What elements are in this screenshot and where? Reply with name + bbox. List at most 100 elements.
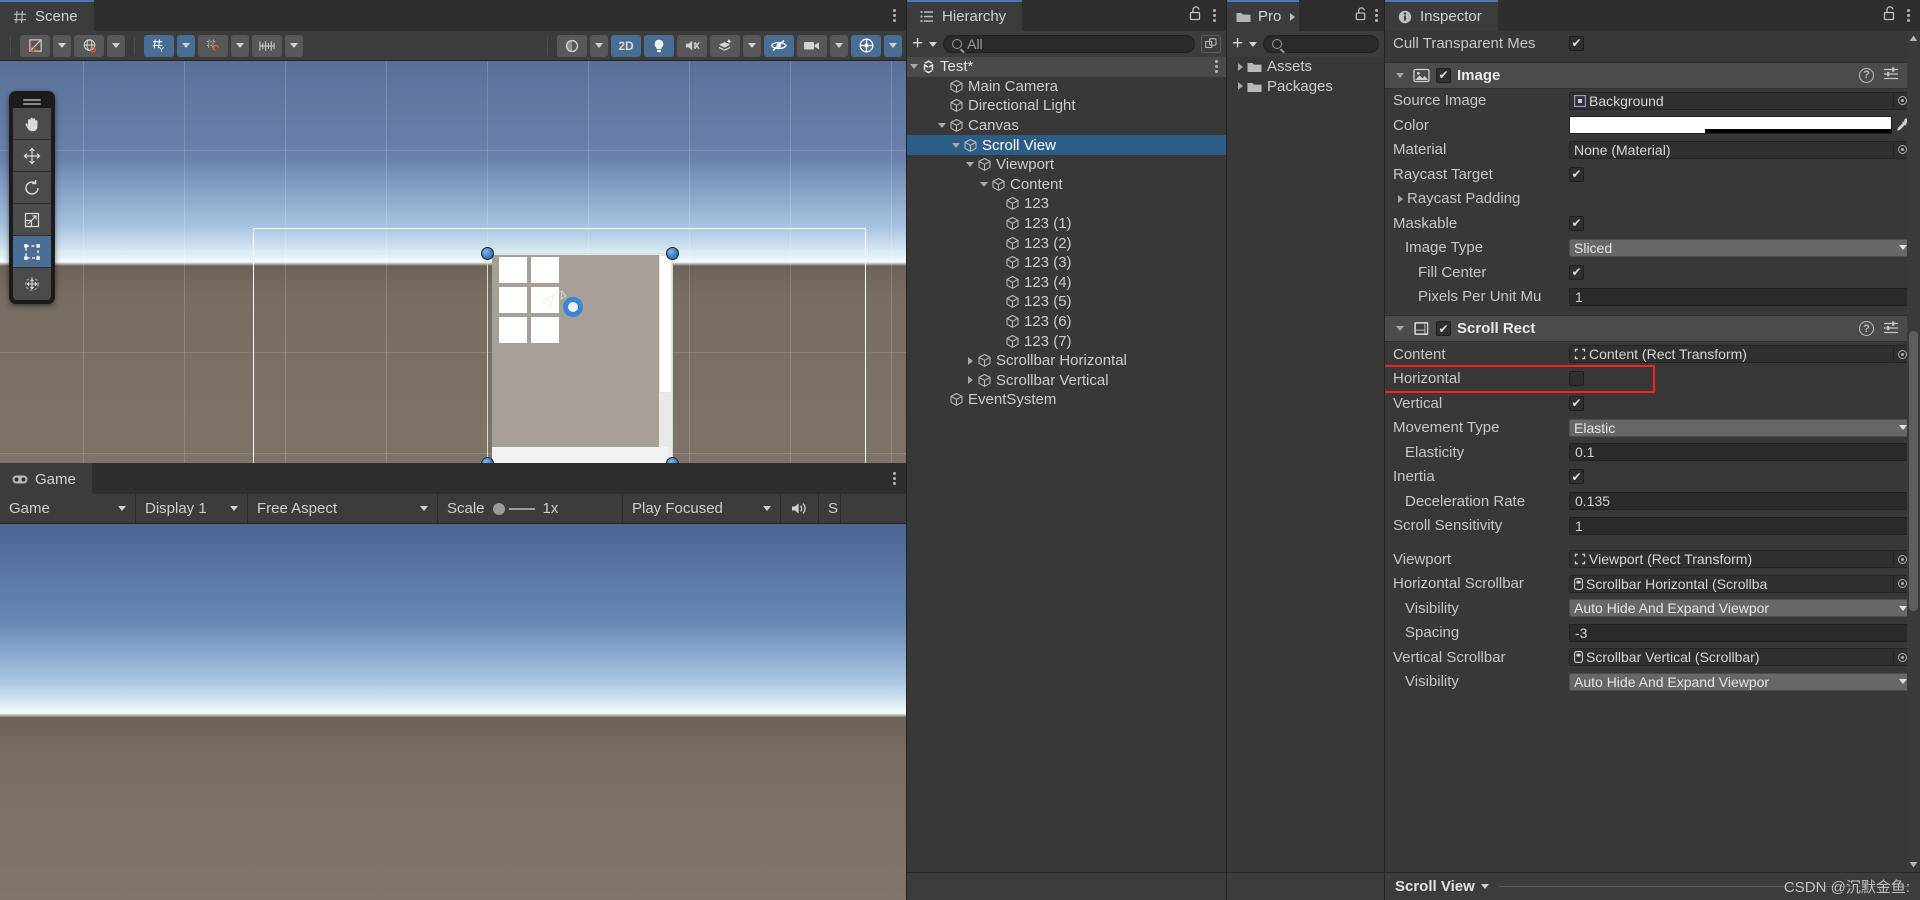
property-row-elasticity[interactable]: Elasticity 0.1 xyxy=(1385,440,1920,465)
property-row-image-type[interactable]: Image Type Sliced xyxy=(1385,236,1920,261)
preset-icon[interactable] xyxy=(1883,66,1899,84)
property-value[interactable]: Background xyxy=(1569,91,1912,110)
hierarchy-item-directional-light[interactable]: Directional Light xyxy=(907,96,1226,116)
property-row-vertical[interactable]: Vertical xyxy=(1385,391,1920,416)
expand-arrow-down-icon[interactable] xyxy=(935,123,949,129)
rect-handle-top-left[interactable] xyxy=(481,247,494,260)
project-tree[interactable]: Assets Packages xyxy=(1227,57,1384,872)
property-value[interactable]: Auto Hide And Expand Viewpor xyxy=(1569,599,1912,618)
hand-tool-button[interactable] xyxy=(13,108,51,140)
help-icon[interactable]: ? xyxy=(1859,67,1874,83)
scene-camera-button[interactable] xyxy=(797,34,827,57)
property-row-spacing[interactable]: Spacing -3 xyxy=(1385,621,1920,646)
property-value[interactable] xyxy=(1569,468,1912,486)
property-value[interactable]: Scrollbar Vertical (Scrollbar) xyxy=(1569,648,1912,667)
content-object-field[interactable]: Content (Rect Transform) xyxy=(1569,345,1894,364)
gizmos-button[interactable] xyxy=(851,34,881,57)
hierarchy-tree[interactable]: Test* Main Camera Directional Light Canvas S… xyxy=(907,57,1226,872)
expand-arrow-right-icon[interactable] xyxy=(1233,62,1247,71)
game-aspect-dropdown[interactable]: Free Aspect xyxy=(248,494,438,523)
property-value[interactable]: Auto Hide And Expand Viewpor xyxy=(1569,672,1912,691)
scale-slider-knob[interactable] xyxy=(492,502,505,515)
property-value[interactable]: Content (Rect Transform) xyxy=(1569,345,1912,364)
visibility-dropdown[interactable]: Auto Hide And Expand Viewpor xyxy=(1569,599,1912,618)
game-menu-icon[interactable] xyxy=(892,471,896,487)
hierarchy-item-scrollbar-vertical[interactable]: Scrollbar Vertical xyxy=(907,371,1226,391)
hierarchy-item-scroll-view[interactable]: Scroll View xyxy=(907,135,1226,155)
foldout-arrow-icon[interactable] xyxy=(1393,194,1407,203)
lighting-button[interactable] xyxy=(644,34,674,57)
hierarchy-item-123-1[interactable]: 123 (1) xyxy=(907,214,1226,234)
property-row-raycast-target[interactable]: Raycast Target xyxy=(1385,162,1920,187)
property-row-horizontal-scrollbar[interactable]: Horizontal Scrollbar Scrollbar Horizontal… xyxy=(1385,572,1920,597)
game-mute-button[interactable] xyxy=(781,494,819,523)
add-gameobject-button[interactable]: + xyxy=(912,34,923,53)
expand-arrow-right-icon[interactable] xyxy=(1233,82,1247,91)
property-row-visibility[interactable]: Visibility Auto Hide And Expand Viewpor xyxy=(1385,596,1920,621)
property-value[interactable] xyxy=(1569,370,1912,388)
rotate-tool-button[interactable] xyxy=(13,172,51,204)
game-playmode-dropdown[interactable]: Play Focused xyxy=(623,494,781,523)
tab-scene[interactable]: Scene xyxy=(0,0,94,31)
movement-type-dropdown[interactable]: Elastic xyxy=(1569,418,1912,437)
property-row-pixels-per-unit-mu[interactable]: Pixels Per Unit Mu 1 xyxy=(1385,285,1920,310)
project-menu-icon[interactable] xyxy=(1374,8,1378,24)
snap-increment-button[interactable] xyxy=(252,34,282,57)
property-value[interactable]: -3 xyxy=(1569,623,1912,642)
game-stats-button[interactable]: S xyxy=(819,494,842,523)
vertical-checkbox[interactable] xyxy=(1569,395,1584,411)
component-enabled-checkbox[interactable] xyxy=(1436,67,1451,83)
expand-arrow-right-icon[interactable] xyxy=(963,376,977,385)
property-row-scroll-sensitivity[interactable]: Scroll Sensitivity 1 xyxy=(1385,514,1920,539)
fill-center-checkbox[interactable] xyxy=(1569,264,1584,280)
grid-axis-button[interactable]: Y xyxy=(144,34,174,57)
hierarchy-item-123-3[interactable]: 123 (3) xyxy=(907,253,1226,273)
game-scale-slider[interactable]: Scale 1x xyxy=(438,494,623,523)
horizontal-scrollbar-object-field[interactable]: Scrollbar Horizontal (Scrollba xyxy=(1569,574,1894,593)
inspector-menu-icon[interactable] xyxy=(1906,8,1910,24)
property-value[interactable] xyxy=(1569,214,1912,232)
property-row-inertia[interactable]: Inertia xyxy=(1385,465,1920,490)
gizmo-space-dropdown[interactable] xyxy=(107,34,125,57)
preset-icon[interactable] xyxy=(1883,320,1899,338)
transform-tool-button[interactable] xyxy=(13,268,51,300)
expand-arrow-down-icon[interactable] xyxy=(949,142,963,148)
property-row-raycast-padding[interactable]: Raycast Padding xyxy=(1385,187,1920,212)
tab-inspector[interactable]: Inspector xyxy=(1385,0,1498,31)
effects-button[interactable] xyxy=(710,34,740,57)
property-value[interactable]: Elastic xyxy=(1569,418,1912,437)
hierarchy-menu-icon[interactable] xyxy=(1212,8,1216,24)
component-header-image[interactable]: Image? xyxy=(1385,61,1920,89)
snap-increment-dropdown[interactable] xyxy=(285,34,303,57)
property-row-cull-transparent-mesh[interactable]: Cull Transparent Mes xyxy=(1385,31,1920,56)
property-value[interactable]: 1 xyxy=(1569,287,1912,306)
create-asset-button[interactable]: + xyxy=(1232,34,1243,53)
color-swatch[interactable] xyxy=(1569,116,1892,135)
component-foldout-icon[interactable] xyxy=(1393,72,1407,78)
lock-icon[interactable] xyxy=(1355,6,1367,25)
search-expand-button[interactable] xyxy=(1201,35,1221,53)
property-value[interactable] xyxy=(1569,394,1912,412)
property-row-maskable[interactable]: Maskable xyxy=(1385,211,1920,236)
scale-tool-button[interactable] xyxy=(13,204,51,236)
property-row-fill-center[interactable]: Fill Center xyxy=(1385,260,1920,285)
hierarchy-item-123-4[interactable]: 123 (4) xyxy=(907,273,1226,293)
tab-hierarchy[interactable]: Hierarchy xyxy=(907,0,1023,31)
draw-mode-dropdown[interactable] xyxy=(53,34,71,57)
maskable-checkbox[interactable] xyxy=(1569,215,1584,231)
hierarchy-item-viewport[interactable]: Viewport xyxy=(907,155,1226,175)
inertia-checkbox[interactable] xyxy=(1569,469,1584,485)
hierarchy-item-123-2[interactable]: 123 (2) xyxy=(907,233,1226,253)
property-value[interactable]: 0.135 xyxy=(1569,492,1912,511)
hierarchy-search-input[interactable]: All xyxy=(943,35,1195,53)
move-tool-button[interactable] xyxy=(13,140,51,172)
grid-snap-button[interactable] xyxy=(198,34,228,57)
hierarchy-item-main-camera[interactable]: Main Camera xyxy=(907,77,1226,97)
scroll-sensitivity-input[interactable]: 1 xyxy=(1569,516,1912,535)
game-display-dropdown[interactable]: Display 1 xyxy=(136,494,248,523)
property-row-vertical-scrollbar[interactable]: Vertical Scrollbar Scrollbar Vertical (Sc… xyxy=(1385,645,1920,670)
property-value[interactable]: 1 xyxy=(1569,516,1912,535)
inspector-scrollbar-thumb[interactable] xyxy=(1909,331,1918,611)
game-target-dropdown[interactable]: Game xyxy=(0,494,136,523)
scroll-up-arrow-icon[interactable] xyxy=(1909,34,1918,43)
